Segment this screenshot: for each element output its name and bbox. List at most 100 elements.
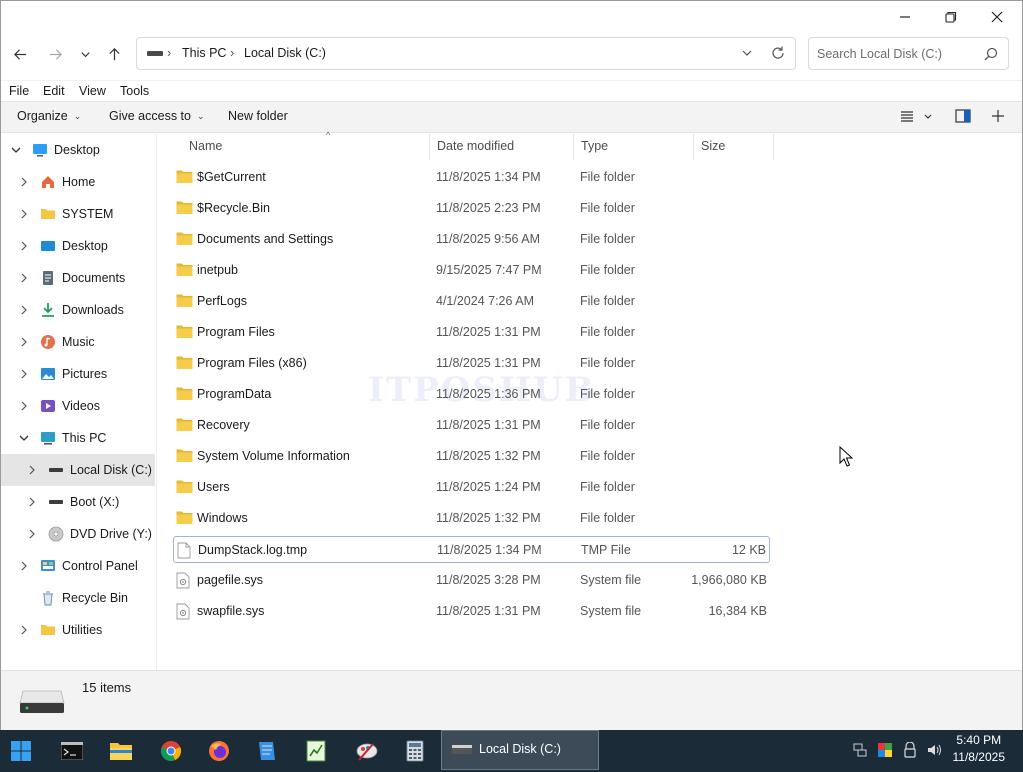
menu-view[interactable]: View <box>79 84 106 98</box>
chevron-down-icon[interactable] <box>923 112 933 122</box>
nav-item-home[interactable]: Home <box>1 166 155 198</box>
file-row[interactable]: $GetCurrent 11/8/2025 1:34 PM File folder <box>173 164 770 191</box>
nav-item-recycle-bin[interactable]: Recycle Bin <box>1 582 155 614</box>
chevron-right-icon[interactable] <box>26 464 38 476</box>
search-box[interactable] <box>808 37 1009 70</box>
taskbar-chrome[interactable] <box>158 738 184 764</box>
file-date: 11/8/2025 1:34 PM <box>436 170 541 184</box>
address-bar[interactable]: › This PC › Local Disk (C:) <box>136 37 796 70</box>
taskbar-paint[interactable] <box>354 738 380 764</box>
preview-pane-icon[interactable] <box>955 109 971 123</box>
forward-button[interactable] <box>42 41 68 67</box>
chevron-right-icon[interactable] <box>18 560 30 572</box>
chevron-down-icon[interactable] <box>741 47 753 59</box>
breadcrumb-local-disk[interactable]: Local Disk (C:) <box>244 46 326 60</box>
clock[interactable]: 5:40 PM 11/8/2025 <box>953 732 1006 766</box>
back-button[interactable] <box>7 41 33 67</box>
chevron-right-icon[interactable] <box>18 336 30 348</box>
folder-icon <box>176 201 193 214</box>
security-icon[interactable] <box>902 742 918 758</box>
file-row[interactable]: Users 11/8/2025 1:24 PM File folder <box>173 474 770 501</box>
volume-icon[interactable] <box>926 742 942 758</box>
view-options-icon[interactable] <box>900 109 914 123</box>
refresh-icon[interactable] <box>770 45 786 61</box>
taskbar-notes[interactable] <box>254 738 280 764</box>
chevron-down-icon[interactable] <box>10 144 22 156</box>
file-row[interactable]: swapfile.sys 11/8/2025 1:31 PM System file… <box>173 598 770 625</box>
file-list[interactable]: Name ^ Date modified Type Size ITPOSHUB … <box>158 130 1022 670</box>
start-button[interactable] <box>8 738 34 764</box>
chevron-right-icon[interactable] <box>18 240 30 252</box>
title-bar[interactable] <box>1 1 1022 33</box>
chevron-right-icon[interactable] <box>26 528 38 540</box>
nav-label: Control Panel <box>62 559 138 573</box>
menu-tools[interactable]: Tools <box>120 84 149 98</box>
menu-bar: File Edit View Tools <box>1 80 1022 101</box>
nav-item-local-disk-c[interactable]: Local Disk (C:) <box>1 454 155 486</box>
organize-button[interactable]: Organize ⌄ <box>17 109 81 123</box>
nav-item-videos[interactable]: Videos <box>1 390 155 422</box>
chevron-right-icon[interactable] <box>18 208 30 220</box>
nav-item-documents[interactable]: Documents <box>1 262 155 294</box>
close-button[interactable] <box>974 1 1020 33</box>
color-icon[interactable] <box>877 742 893 758</box>
file-row[interactable]: $Recycle.Bin 11/8/2025 2:23 PM File folder <box>173 195 770 222</box>
chevron-down-icon[interactable] <box>18 432 30 444</box>
taskbar-terminal[interactable] <box>59 738 85 764</box>
file-row[interactable]: System Volume Information 11/8/2025 1:32 … <box>173 443 770 470</box>
up-button[interactable] <box>101 41 127 67</box>
nav-item-music[interactable]: Music <box>1 326 155 358</box>
menu-edit[interactable]: Edit <box>43 84 65 98</box>
file-row[interactable]: Program Files (x86) 11/8/2025 1:31 PM File… <box>173 350 770 377</box>
column-header-date[interactable]: Date modified <box>430 134 574 160</box>
file-row[interactable]: DumpStack.log.tmp 11/8/2025 1:34 PM TMP Fi… <box>173 536 770 563</box>
nav-item-desktop-root[interactable]: Desktop <box>1 134 155 166</box>
new-folder-button[interactable]: New folder <box>228 109 288 123</box>
nav-item-boot-x[interactable]: Boot (X:) <box>1 486 155 518</box>
nav-item-system[interactable]: SYSTEM <box>1 198 155 230</box>
file-row[interactable]: Windows 11/8/2025 1:32 PM File folder <box>173 505 770 532</box>
chevron-right-icon[interactable] <box>18 624 30 636</box>
chevron-right-icon[interactable] <box>18 176 30 188</box>
column-header-type[interactable]: Type <box>574 134 694 160</box>
chevron-right-icon[interactable] <box>18 272 30 284</box>
nav-item-downloads[interactable]: Downloads <box>1 294 155 326</box>
file-row[interactable]: Program Files 11/8/2025 1:31 PM File folde… <box>173 319 770 346</box>
column-header-size[interactable]: Size <box>694 134 774 160</box>
chevron-right-icon[interactable] <box>18 400 30 412</box>
network-icon[interactable] <box>852 742 868 758</box>
file-row[interactable]: inetpub 9/15/2025 7:47 PM File folder <box>173 257 770 284</box>
breadcrumb-this-pc[interactable]: This PC <box>182 46 226 60</box>
nav-item-pictures[interactable]: Pictures <box>1 358 155 390</box>
taskbar-file-explorer[interactable] <box>108 738 134 764</box>
taskbar-calculator[interactable] <box>402 738 428 764</box>
column-header-name[interactable]: Name ^ <box>182 130 430 160</box>
nav-item-desktop[interactable]: Desktop <box>1 230 155 262</box>
folder-icon <box>41 625 55 635</box>
clock-date: 11/8/2025 <box>952 750 1006 764</box>
add-icon[interactable] <box>991 109 1005 123</box>
minimize-button[interactable] <box>882 1 928 33</box>
file-date: 11/8/2025 1:24 PM <box>436 480 541 494</box>
file-row[interactable]: Documents and Settings 11/8/2025 9:56 AM F… <box>173 226 770 253</box>
file-row[interactable]: PerfLogs 4/1/2024 7:26 AM File folder <box>173 288 770 315</box>
navigation-pane[interactable]: Desktop Home SYSTEM Desktop Documents Do… <box>1 134 157 670</box>
chevron-right-icon[interactable] <box>18 304 30 316</box>
menu-file[interactable]: File <box>9 84 29 98</box>
taskbar-firefox[interactable] <box>206 738 232 764</box>
give-access-button[interactable]: Give access to ⌄ <box>109 109 205 123</box>
chevron-right-icon[interactable] <box>18 368 30 380</box>
taskbar-active-window[interactable]: Local Disk (C:) <box>441 730 599 770</box>
chevron-right-icon[interactable] <box>26 496 38 508</box>
taskbar-spreadsheet[interactable] <box>303 738 329 764</box>
file-row[interactable]: ProgramData 11/8/2025 1:36 PM File folder <box>173 381 770 408</box>
nav-item-this-pc[interactable]: This PC <box>1 422 155 454</box>
recent-locations-button[interactable] <box>72 41 98 67</box>
search-input[interactable] <box>817 45 977 63</box>
nav-item-dvd-drive[interactable]: DVD Drive (Y:) H <box>1 518 156 550</box>
file-row[interactable]: Recovery 11/8/2025 1:31 PM File folder <box>173 412 770 439</box>
nav-item-utilities[interactable]: Utilities <box>1 614 155 646</box>
nav-item-control-panel[interactable]: Control Panel <box>1 550 155 582</box>
file-row[interactable]: pagefile.sys 11/8/2025 3:28 PM System file… <box>173 567 770 594</box>
restore-button[interactable] <box>928 1 974 33</box>
